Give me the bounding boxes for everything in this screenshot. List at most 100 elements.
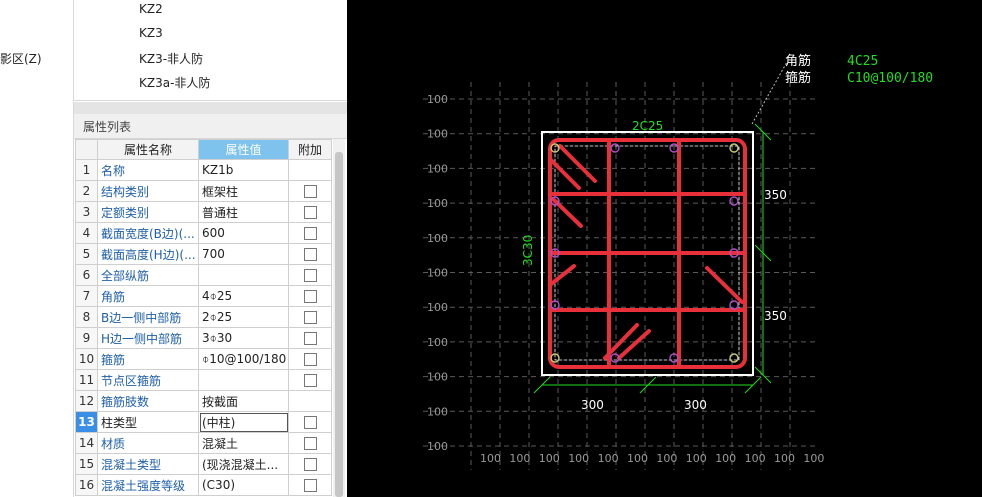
dimension-b-right[interactable]: 300 <box>684 398 707 412</box>
property-value[interactable]: 700 <box>198 243 289 265</box>
corner-bar-label: 角筋 <box>785 53 811 69</box>
property-name: H边一侧中部筋 <box>97 327 199 349</box>
extra-checkbox[interactable] <box>303 332 317 345</box>
value-column-header[interactable]: 属性值 <box>198 139 289 160</box>
grid-label: 100 <box>427 336 448 349</box>
property-row[interactable]: 6 全部纵筋 <box>75 264 332 286</box>
property-value[interactable]: KZ1b <box>198 159 289 181</box>
extra-checkbox[interactable] <box>303 437 317 450</box>
component-item[interactable]: KZ3 <box>139 26 163 40</box>
property-name: 柱类型 <box>97 411 199 433</box>
row-number: 5 <box>75 243 98 265</box>
property-name: 材质 <box>97 432 199 454</box>
extra-checkbox[interactable] <box>303 248 317 261</box>
grid-label: 100 <box>427 162 448 175</box>
property-value[interactable]: 按截面 <box>198 390 289 412</box>
extra-checkbox[interactable] <box>303 269 317 282</box>
property-value[interactable]: (C30) <box>198 474 289 496</box>
property-row[interactable]: 1 名称 KZ1b <box>75 159 332 181</box>
property-value[interactable] <box>198 264 289 286</box>
property-row[interactable]: 5 截面高度(H边)(... 700 <box>75 243 332 265</box>
rebar-bar[interactable] <box>729 353 739 363</box>
extra-checkbox[interactable] <box>303 458 317 471</box>
property-value[interactable]: 2⌽25 <box>198 306 289 328</box>
property-value[interactable]: (现浇混凝土... <box>198 453 289 475</box>
name-column-header[interactable]: 属性名称 <box>97 139 199 160</box>
cad-canvas[interactable]: 100 100 100 100 100 100 100 100 100 100 100 100 100 1… <box>347 0 982 497</box>
top-rebar-label[interactable]: 2C25 <box>632 119 663 133</box>
extra-checkbox[interactable] <box>303 290 317 303</box>
property-row[interactable]: 4 截面宽度(B边)(... 600 <box>75 222 332 244</box>
property-value[interactable]: 4⌽25 <box>198 285 289 307</box>
extra-cell <box>288 222 332 244</box>
component-item[interactable]: KZ3a-非人防 <box>139 74 210 91</box>
extra-checkbox[interactable] <box>303 311 317 324</box>
extra-cell <box>288 264 332 286</box>
grid-label: 100 <box>427 405 448 418</box>
rebar-bar[interactable] <box>729 300 739 310</box>
grid-label: 100 <box>427 371 448 384</box>
row-number: 4 <box>75 222 98 244</box>
property-name: 定额类别 <box>97 201 199 223</box>
extra-checkbox[interactable] <box>303 227 317 240</box>
property-table: 属性名称 属性值 附加 1 名称 KZ1b 2 结构类别 框架柱 3 定额类别 普通柱 4 截面宽度… <box>75 139 332 496</box>
grid-label: 100 <box>427 93 448 106</box>
dimension-h-upper[interactable]: 350 <box>764 188 787 202</box>
property-value[interactable]: 框架柱 <box>198 180 289 202</box>
side-rebar-label[interactable]: 3C30 <box>521 235 535 266</box>
extra-checkbox[interactable] <box>303 374 317 387</box>
property-value[interactable]: 混凝土 <box>198 432 289 454</box>
property-value[interactable]: (中柱) <box>198 411 289 433</box>
property-scrollbar-thumb[interactable] <box>335 152 343 497</box>
rebar-cage[interactable] <box>548 138 747 369</box>
property-row[interactable]: 12 箍筋肢数 按截面 <box>75 390 332 412</box>
property-row[interactable]: 10 箍筋 ⌽10@100/180 <box>75 348 332 370</box>
grid-label: 100 <box>509 452 530 465</box>
component-item[interactable]: KZ2 <box>139 2 163 16</box>
property-row[interactable]: 11 节点区箍筋 <box>75 369 332 391</box>
rebar-bar[interactable] <box>729 143 739 153</box>
extra-checkbox[interactable] <box>303 479 317 492</box>
corner-bar-value[interactable]: 4C25 <box>847 54 878 69</box>
property-value[interactable]: 600 <box>198 222 289 244</box>
panel-splitter[interactable] <box>74 102 347 114</box>
hook-mark <box>705 266 744 304</box>
property-row[interactable]: 9 H边一侧中部筋 3⌽30 <box>75 327 332 349</box>
extra-cell <box>288 243 332 265</box>
property-value[interactable] <box>198 369 289 391</box>
property-row[interactable]: 13 柱类型 (中柱) <box>75 411 332 433</box>
row-number: 7 <box>75 285 98 307</box>
dimension-b-left[interactable]: 300 <box>581 398 604 412</box>
extra-cell <box>288 180 332 202</box>
dimension-h-lower[interactable]: 350 <box>764 309 787 323</box>
grid-label: 100 <box>539 452 560 465</box>
shadow-area-menu-item[interactable]: 阴影区(Z) <box>0 50 42 67</box>
property-row[interactable]: 2 结构类别 框架柱 <box>75 180 332 202</box>
property-row[interactable]: 15 混凝土类型 (现浇混凝土... <box>75 453 332 475</box>
rebar-bar[interactable] <box>729 196 739 206</box>
extra-column-header[interactable]: 附加 <box>288 139 332 160</box>
property-value[interactable]: ⌽10@100/180 <box>198 348 289 370</box>
row-number: 15 <box>75 453 98 475</box>
property-row[interactable]: 8 B边一侧中部筋 2⌽25 <box>75 306 332 328</box>
property-panel-title: 属性列表 <box>83 120 132 134</box>
property-row[interactable]: 14 材质 混凝土 <box>75 432 332 454</box>
rebar-bar[interactable] <box>610 143 620 153</box>
extra-checkbox[interactable] <box>303 353 317 366</box>
row-number: 1 <box>75 159 98 181</box>
component-item[interactable]: KZ3-非人防 <box>139 50 203 67</box>
property-value[interactable]: 普通柱 <box>198 201 289 223</box>
property-row[interactable]: 16 混凝土强度等级 (C30) <box>75 474 332 496</box>
stirrup-value[interactable]: C10@100/180 <box>847 71 933 86</box>
grid-label: 100 <box>686 452 707 465</box>
extra-cell <box>288 201 332 223</box>
property-row[interactable]: 7 角筋 4⌽25 <box>75 285 332 307</box>
property-row[interactable]: 3 定额类别 普通柱 <box>75 201 332 223</box>
extra-cell <box>288 474 332 496</box>
cad-drawing: 100 100 100 100 100 100 100 100 100 100 100 100 100 1… <box>423 53 933 470</box>
extra-checkbox[interactable] <box>303 416 317 429</box>
extra-checkbox[interactable] <box>303 185 317 198</box>
property-name: 节点区箍筋 <box>97 369 199 391</box>
property-value[interactable]: 3⌽30 <box>198 327 289 349</box>
extra-checkbox[interactable] <box>303 206 317 219</box>
